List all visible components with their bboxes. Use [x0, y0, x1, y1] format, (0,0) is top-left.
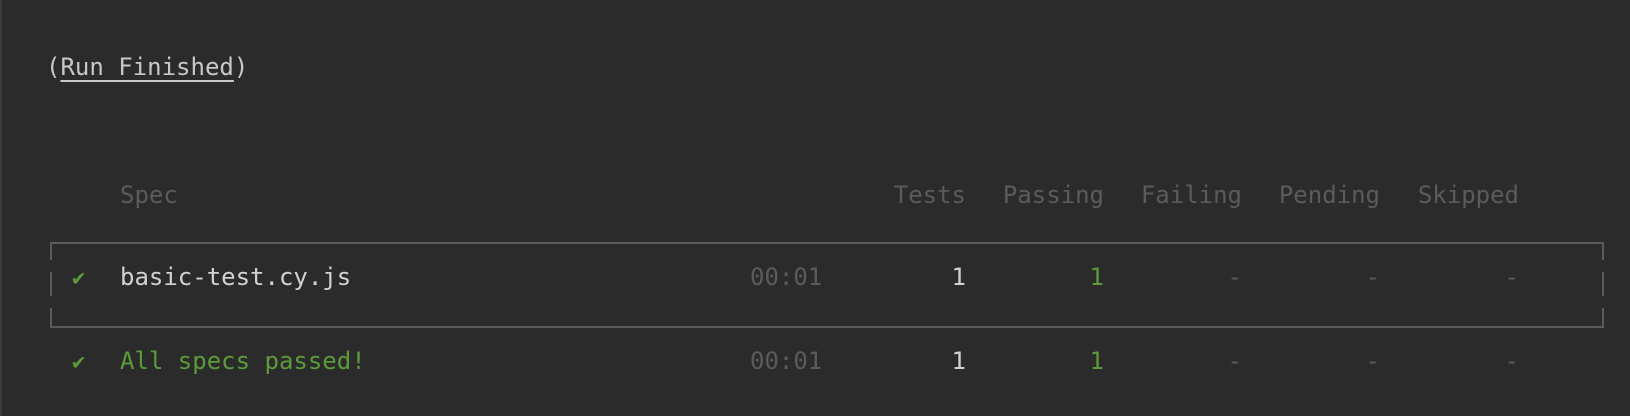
- panel-left-border: [0, 0, 2, 416]
- box-left-tick-mid: [50, 272, 52, 296]
- spec-passing-count: 1: [1089, 263, 1104, 291]
- column-header-skipped: Skipped: [1417, 181, 1519, 209]
- spec-failing-count: -: [1227, 263, 1242, 291]
- box-top-border: [50, 242, 1604, 244]
- summary-label: All specs passed!: [120, 347, 366, 375]
- summary-passing-count: 1: [1089, 347, 1104, 375]
- box-bottom-border: [50, 326, 1604, 328]
- close-paren: ): [233, 53, 249, 81]
- run-status-heading: (Run Finished): [46, 52, 248, 82]
- column-header-tests: Tests: [893, 181, 966, 209]
- spec-skipped-count: -: [1504, 263, 1519, 291]
- spec-duration: 00:01: [750, 263, 823, 291]
- check-icon: ✔: [72, 266, 86, 291]
- check-icon: ✔: [72, 350, 86, 375]
- box-right-tick-top: [1602, 242, 1604, 260]
- column-header-pending: Pending: [1278, 181, 1380, 209]
- summary-duration: 00:01: [750, 347, 823, 375]
- box-right-tick-bottom: [1602, 308, 1604, 328]
- run-finished-title: Run Finished: [60, 53, 234, 81]
- box-right-tick-mid: [1602, 272, 1604, 296]
- summary-pending-count: -: [1365, 347, 1380, 375]
- spec-filename: basic-test.cy.js: [120, 263, 352, 291]
- spec-pending-count: -: [1365, 263, 1380, 291]
- column-header-passing: Passing: [1002, 181, 1104, 209]
- column-header-spec: Spec: [120, 181, 178, 209]
- column-header-failing: Failing: [1140, 181, 1242, 209]
- summary-tests-count: 1: [951, 347, 966, 375]
- open-paren: (: [46, 53, 61, 81]
- summary-skipped-count: -: [1504, 347, 1519, 375]
- box-left-tick-top: [50, 242, 52, 260]
- spec-tests-count: 1: [951, 263, 966, 291]
- box-left-tick-bottom: [50, 308, 52, 328]
- summary-failing-count: -: [1227, 347, 1242, 375]
